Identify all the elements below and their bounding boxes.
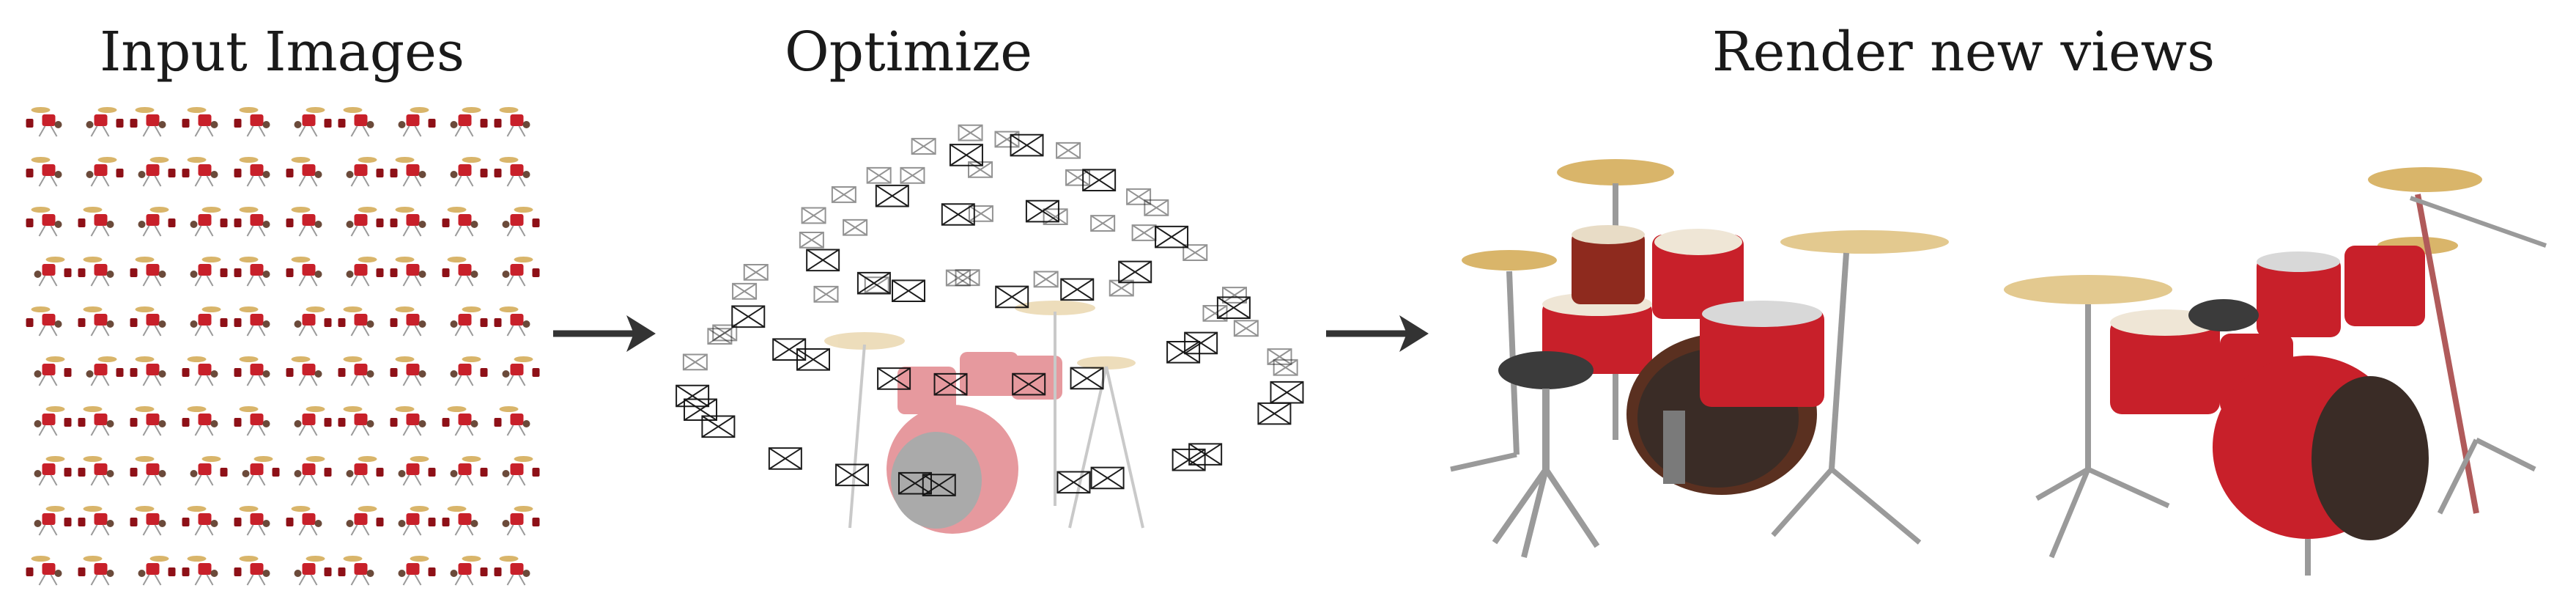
cymbal	[1462, 250, 1557, 271]
rack-tom	[2344, 246, 2425, 326]
cymbal	[2004, 275, 2172, 304]
cymbal	[1557, 159, 1674, 185]
cymbal	[2368, 167, 2482, 192]
rendered-view-1	[1450, 159, 1949, 558]
drum-throne	[1498, 351, 1594, 389]
rendered-view-2	[2004, 167, 2547, 576]
cymbal	[1780, 230, 1949, 254]
rendered-views	[1450, 159, 2547, 576]
drum-throne	[2188, 299, 2259, 331]
